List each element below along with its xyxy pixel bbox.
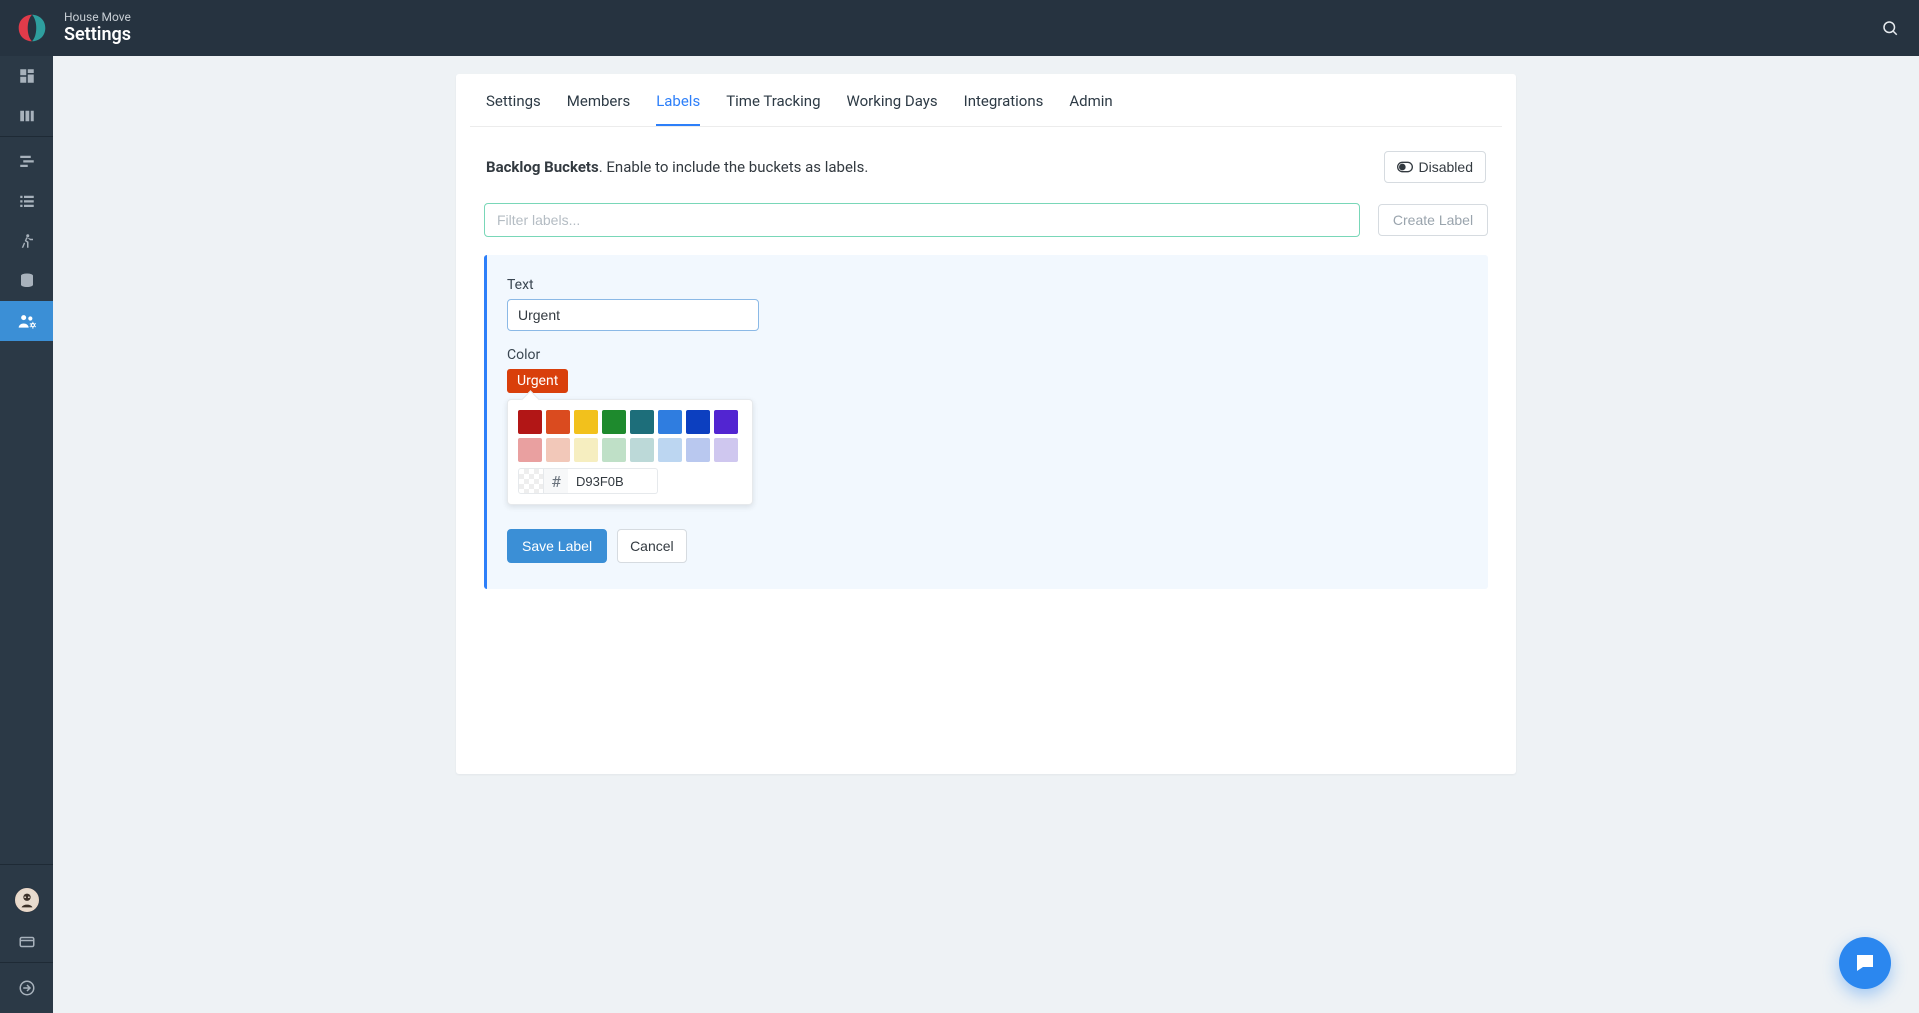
search-icon[interactable] bbox=[1881, 0, 1899, 56]
color-swatch[interactable] bbox=[658, 410, 682, 434]
tab-admin[interactable]: Admin bbox=[1069, 92, 1112, 126]
color-swatch[interactable] bbox=[602, 438, 626, 462]
color-swatch[interactable] bbox=[714, 410, 738, 434]
nav-boards[interactable] bbox=[0, 96, 53, 136]
color-picker-popup: # bbox=[507, 399, 753, 505]
logo bbox=[12, 9, 52, 47]
color-swatch[interactable] bbox=[546, 410, 570, 434]
color-swatch[interactable] bbox=[714, 438, 738, 462]
color-swatch[interactable] bbox=[574, 438, 598, 462]
tab-members[interactable]: Members bbox=[567, 92, 630, 126]
color-preview-chip[interactable]: Urgent bbox=[507, 369, 568, 393]
color-swatch[interactable] bbox=[686, 410, 710, 434]
page-title: Settings bbox=[64, 25, 131, 46]
color-swatch[interactable] bbox=[686, 438, 710, 462]
tab-time-tracking[interactable]: Time Tracking bbox=[726, 92, 820, 126]
tab-settings[interactable]: Settings bbox=[486, 92, 541, 126]
settings-card: Settings Members Labels Time Tracking Wo… bbox=[456, 74, 1516, 774]
nav-database[interactable] bbox=[0, 261, 53, 301]
left-sidebar bbox=[0, 56, 53, 1013]
text-field-label: Text bbox=[507, 277, 1468, 293]
create-label-button[interactable]: Create Label bbox=[1378, 204, 1488, 236]
backlog-buckets-title: Backlog Buckets bbox=[486, 158, 599, 176]
nav-sprint[interactable] bbox=[0, 221, 53, 261]
color-swatch[interactable] bbox=[630, 438, 654, 462]
cancel-button[interactable]: Cancel bbox=[617, 529, 687, 563]
app-header: House Move Settings bbox=[0, 0, 1919, 56]
transparency-thumb[interactable] bbox=[518, 468, 544, 494]
color-swatch[interactable] bbox=[518, 438, 542, 462]
backlog-buckets-desc: . Enable to include the buckets as label… bbox=[599, 158, 869, 176]
project-name[interactable]: House Move bbox=[64, 11, 131, 25]
user-avatar[interactable] bbox=[0, 878, 53, 922]
color-swatch[interactable] bbox=[574, 410, 598, 434]
tab-integrations[interactable]: Integrations bbox=[964, 92, 1044, 126]
label-editor: Text Color Urgent # Save Label Cancel bbox=[484, 255, 1488, 589]
color-swatch[interactable] bbox=[518, 410, 542, 434]
tab-labels[interactable]: Labels bbox=[656, 92, 700, 126]
nav-timeline[interactable] bbox=[0, 141, 53, 181]
backlog-buckets-row: Backlog Buckets. Enable to include the b… bbox=[470, 141, 1502, 193]
backlog-toggle-label: Disabled bbox=[1419, 159, 1473, 175]
main-content: Settings Members Labels Time Tracking Wo… bbox=[53, 56, 1919, 1013]
nav-team-settings[interactable] bbox=[0, 301, 53, 341]
backlog-toggle-button[interactable]: Disabled bbox=[1384, 151, 1486, 183]
color-field-label: Color bbox=[507, 347, 1468, 363]
color-swatch[interactable] bbox=[602, 410, 626, 434]
toggle-off-icon bbox=[1397, 161, 1413, 173]
nav-dashboard[interactable] bbox=[0, 56, 53, 96]
settings-tabs: Settings Members Labels Time Tracking Wo… bbox=[470, 74, 1502, 127]
save-label-button[interactable]: Save Label bbox=[507, 529, 607, 563]
filter-labels-input[interactable] bbox=[484, 203, 1360, 237]
chat-fab[interactable] bbox=[1839, 937, 1891, 989]
label-text-input[interactable] bbox=[507, 299, 759, 331]
hash-symbol: # bbox=[544, 468, 568, 494]
nav-list[interactable] bbox=[0, 181, 53, 221]
color-swatch[interactable] bbox=[630, 410, 654, 434]
nav-logout[interactable] bbox=[0, 963, 53, 1013]
tab-working-days[interactable]: Working Days bbox=[847, 92, 938, 126]
nav-billing[interactable] bbox=[0, 922, 53, 962]
hex-input[interactable] bbox=[568, 468, 658, 494]
color-swatch[interactable] bbox=[658, 438, 682, 462]
color-swatch[interactable] bbox=[546, 438, 570, 462]
